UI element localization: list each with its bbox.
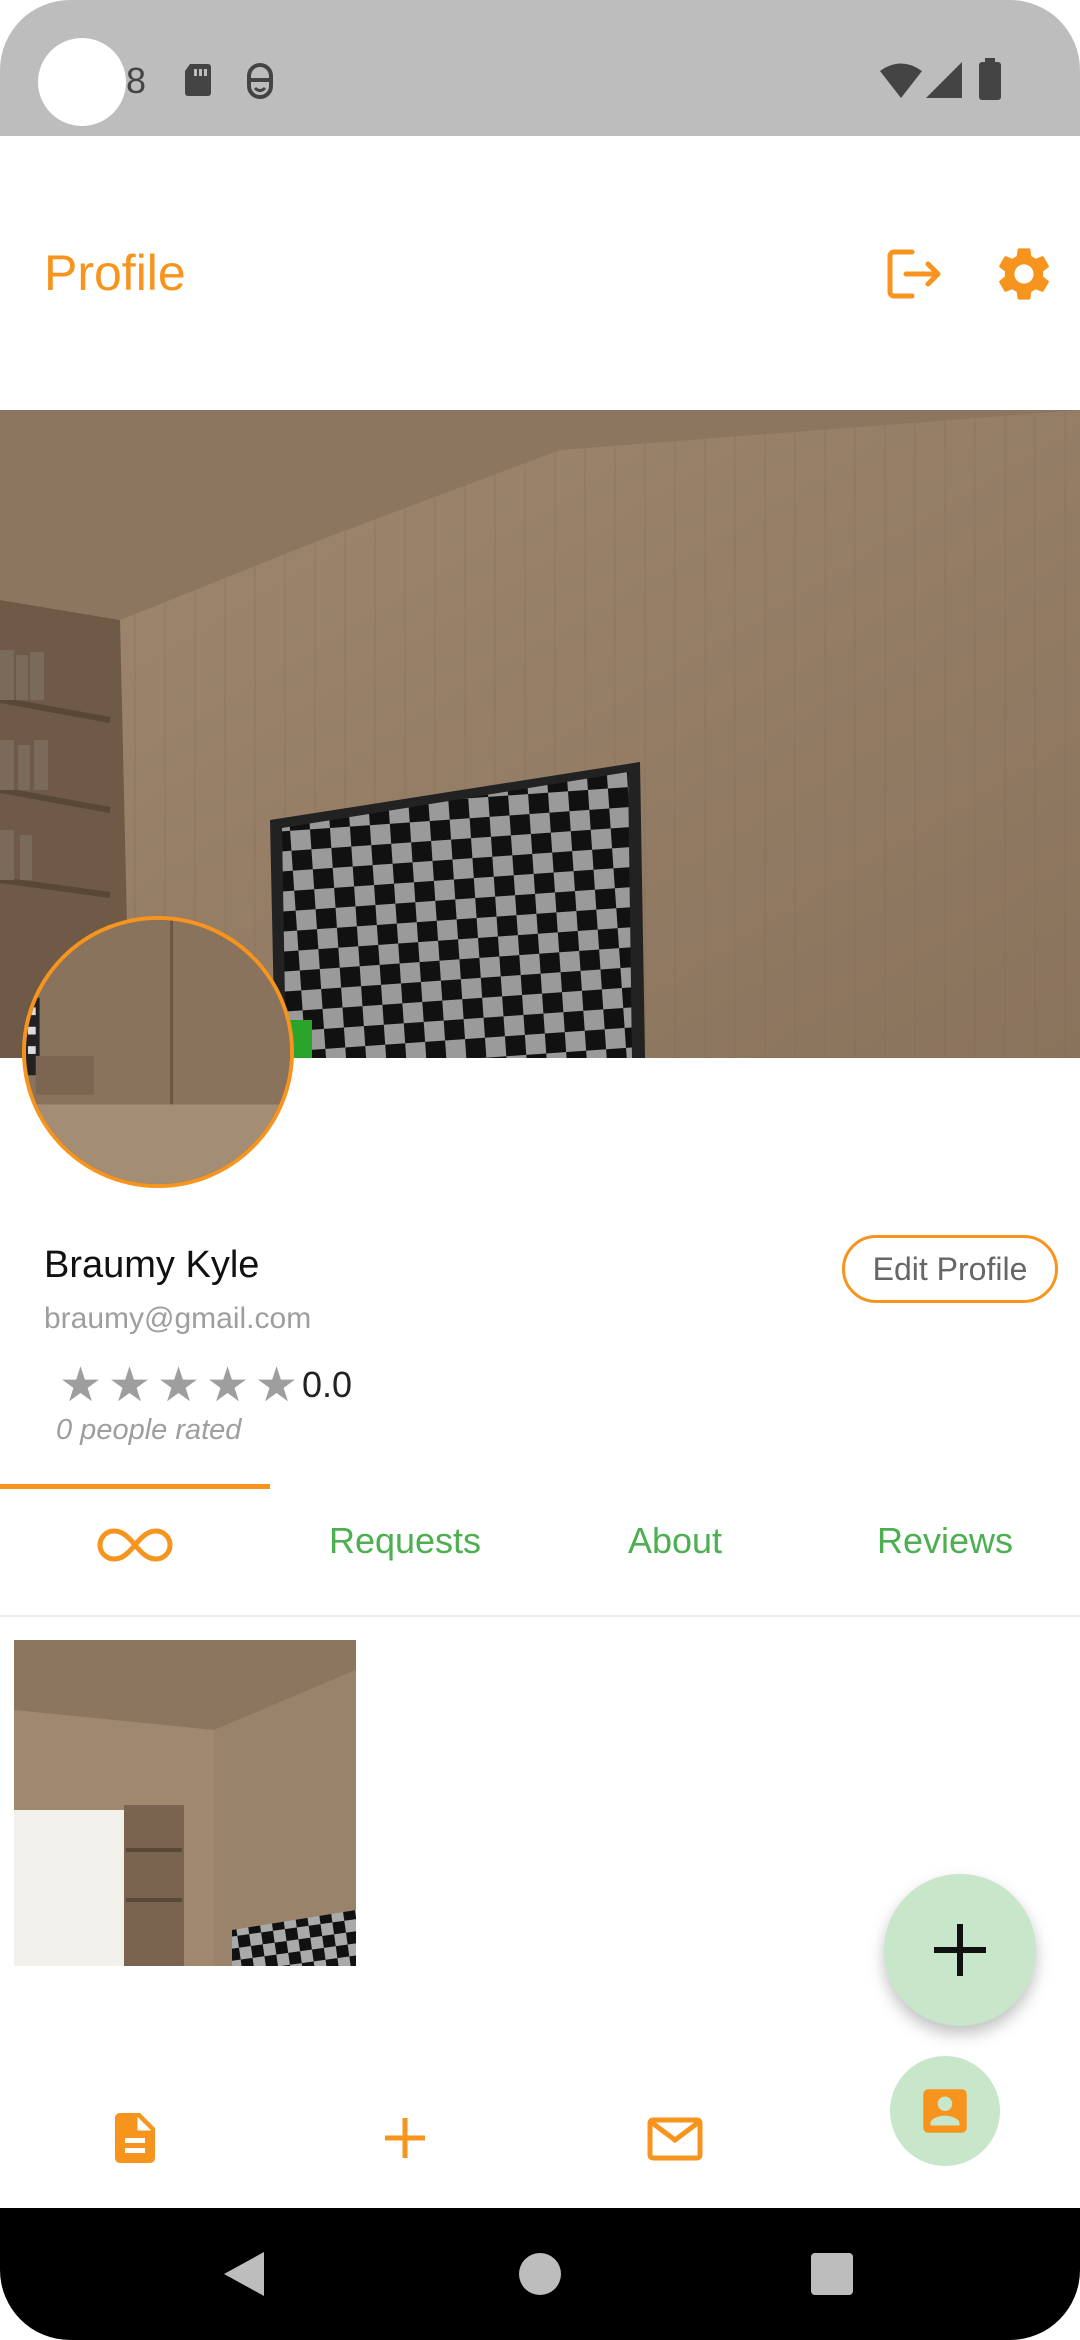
add-icon[interactable] — [375, 2108, 435, 2168]
logout-icon[interactable] — [884, 244, 944, 304]
camera-cutout — [38, 38, 126, 126]
home-icon[interactable] — [518, 2252, 562, 2296]
posts-icon[interactable] — [105, 2108, 165, 2168]
tab-requests[interactable]: Requests — [270, 1520, 540, 1570]
nav-profile-button[interactable] — [890, 2056, 1000, 2166]
star-icon: ★ — [205, 1359, 250, 1412]
rated-count: 0 people rated — [56, 1414, 242, 1446]
profile-name: Braumy Kyle — [44, 1244, 260, 1286]
rating-value: 0.0 — [302, 1364, 353, 1405]
post-thumbnail[interactable] — [14, 1640, 356, 1966]
avatar[interactable] — [22, 916, 294, 1188]
profile-icon — [923, 2089, 967, 2133]
rating-stars: ★ ★ ★ ★ ★ — [56, 1362, 301, 1410]
add-fab-button[interactable] — [884, 1874, 1036, 2026]
wifi-icon — [880, 63, 922, 98]
tab-indicator — [0, 1484, 270, 1489]
gear-icon[interactable] — [992, 242, 1056, 306]
recents-icon[interactable] — [810, 2252, 854, 2296]
plus-icon — [934, 1924, 986, 1976]
edit-profile-button[interactable]: Edit Profile — [842, 1235, 1058, 1303]
battery-icon — [979, 58, 1001, 100]
infinity-icon — [97, 1528, 173, 1562]
sd-card-icon — [185, 64, 211, 96]
back-icon[interactable] — [222, 2250, 266, 2298]
mail-icon[interactable] — [645, 2108, 705, 2168]
star-icon: ★ — [156, 1359, 201, 1412]
tab-divider — [0, 1615, 1080, 1617]
profile-email: braumy@gmail.com — [44, 1302, 312, 1335]
page-title: Profile — [44, 245, 186, 301]
star-icon: ★ — [58, 1359, 103, 1412]
tab-reviews[interactable]: Reviews — [810, 1520, 1080, 1570]
vpn-icon — [247, 62, 273, 99]
signal-icon — [926, 62, 962, 98]
star-icon: ★ — [107, 1359, 152, 1412]
tab-all[interactable] — [90, 1520, 180, 1570]
star-icon: ★ — [254, 1359, 299, 1412]
notification-count: 8 — [126, 60, 147, 101]
tab-about[interactable]: About — [540, 1520, 810, 1570]
